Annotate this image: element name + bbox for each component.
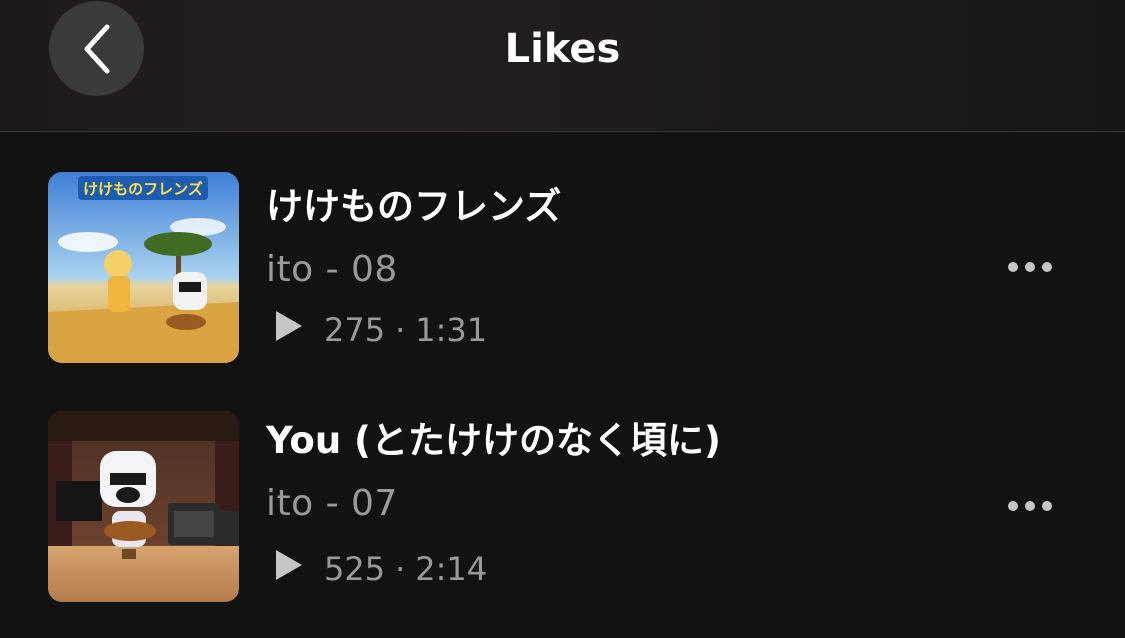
more-horizontal-icon [1007,258,1053,277]
stats-separator: · [395,311,406,349]
more-horizontal-icon [1007,497,1053,516]
track-stats: 525 · 2:14 [276,549,487,589]
track-title: けけものフレンズ [266,185,562,228]
track-artist: ito - 08 [266,249,398,290]
svg-text:けけものフレンズ: けけものフレンズ [83,180,203,198]
track-duration: 2:14 [415,550,488,588]
play-count: 275 [324,311,386,349]
track-artwork-savanna: けけものフレンズ [48,172,239,363]
stats-separator: · [395,550,406,588]
more-options-button[interactable] [1000,486,1060,526]
play-count: 525 [324,550,386,588]
play-icon [276,310,302,350]
page-title: Likes [504,26,621,72]
track-row-you[interactable]: You (とたけけのなく頃に) ito - 07 525 · 2:14 [0,372,1125,602]
navigation-header: Likes [0,0,1125,132]
track-duration: 1:31 [415,311,488,349]
track-title: You (とたけけのなく頃に) [266,419,721,462]
track-stats: 275 · 1:31 [276,310,487,350]
track-artist: ito - 07 [266,483,398,524]
track-artwork-stage [48,411,239,602]
track-row-kemono-friends[interactable]: けけものフレンズ けけものフレンズ ito - 08 275 · 1:31 [0,132,1125,363]
more-options-button[interactable] [1000,247,1060,287]
play-icon [276,549,302,589]
